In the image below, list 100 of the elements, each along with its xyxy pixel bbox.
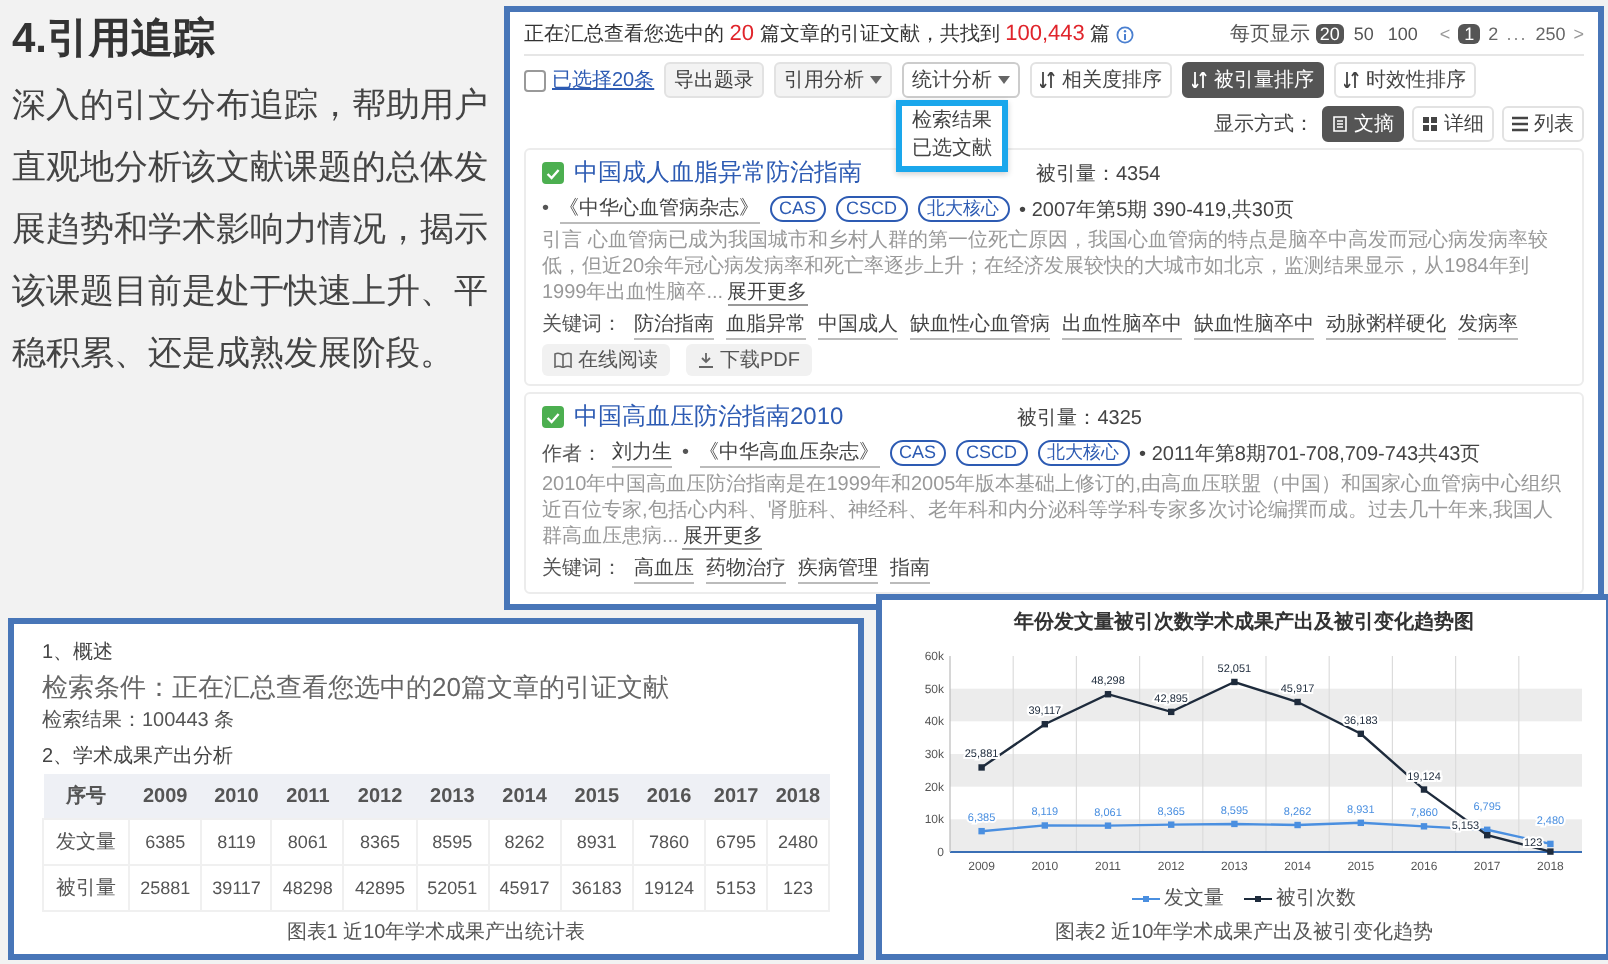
keyword-link[interactable]: 动脉粥样硬化 — [1326, 310, 1446, 340]
caret-icon — [998, 76, 1011, 84]
per-page-option[interactable]: 50 — [1349, 24, 1378, 44]
display-mode-label: 显示方式： — [1214, 111, 1314, 138]
legend-label: 发文量 — [1164, 885, 1224, 912]
data-point — [1231, 820, 1238, 828]
keyword-link[interactable]: 中国成人 — [818, 310, 898, 340]
column-header: 2013 — [416, 774, 489, 819]
dropdown-button[interactable]: 统计分析 — [902, 62, 1021, 98]
table-cell: 36183 — [560, 865, 633, 911]
bullet-separator: • — [682, 442, 690, 464]
abstract-text: 2010年中国高血压防治指南是在1999年和2005年版本基础上修订的,由高血压联盟（中国）和国家心血管病中心组织近百位专家,包括心内科、肾脏科、神经科、老年科和内分泌科等学科专家多次讨论编撰而成。过去几十年来,我国人群高血压患病... 展开更多 — [542, 472, 1564, 550]
journal-link[interactable]: 《中华高血压杂志》 — [699, 438, 880, 468]
keyword-link[interactable]: 缺血性脑卒中 — [1194, 310, 1314, 340]
issue-info: • 2011年第8期701-708,709-743共43页 — [1139, 441, 1481, 467]
column-header: 序号 — [43, 774, 130, 819]
data-point — [1294, 698, 1301, 706]
data-point — [1104, 822, 1112, 829]
sort-button[interactable]: 时效性排序 — [1334, 62, 1477, 98]
table-cell: 8061 — [271, 819, 344, 865]
checkbox[interactable] — [542, 162, 564, 184]
keyword-link[interactable]: 血脂异常 — [726, 310, 806, 340]
action-button[interactable]: 下载PDF — [686, 344, 812, 376]
search-result-text: 检索结果：100443 条 — [42, 707, 237, 734]
table-cell: 7860 — [632, 819, 706, 865]
keyword-link[interactable]: 出血性脑卒中 — [1062, 310, 1182, 340]
table-cell: 48298 — [271, 865, 344, 911]
toolbar-button[interactable]: 导出题录 — [664, 62, 765, 98]
action-button[interactable]: 在线阅读 — [542, 344, 670, 376]
section-title: 2、学术成果产出分析 — [42, 743, 236, 770]
sort-button[interactable]: 被引量排序 — [1182, 62, 1325, 98]
table-cell: 2480 — [766, 819, 829, 865]
keyword-link[interactable]: 缺血性心血管病 — [910, 310, 1050, 340]
data-point — [1104, 691, 1112, 698]
journal-link[interactable]: 《中华心血管病杂志》 — [559, 194, 760, 224]
data-point — [978, 764, 985, 771]
table-cell: 6795 — [705, 819, 767, 865]
page-link[interactable]: 250 — [1535, 24, 1566, 44]
keyword-link[interactable]: 疾病管理 — [798, 554, 878, 584]
sort-button[interactable]: 相关度排序 — [1030, 62, 1173, 98]
keywords-label: 关键词： — [542, 555, 622, 584]
keyword-link[interactable]: 高血压 — [634, 554, 694, 584]
article-title-link[interactable]: 中国高血压防治指南2010 — [574, 400, 844, 434]
checkbox[interactable] — [542, 406, 564, 428]
caret-icon — [870, 76, 883, 84]
data-point — [1420, 786, 1428, 793]
data-point — [1041, 721, 1048, 728]
index-tag: CSCD — [836, 196, 908, 222]
page-link[interactable]: 2 — [1488, 24, 1499, 44]
display-mode-button[interactable]: 文摘 — [1322, 106, 1404, 142]
chart-title: 年份发文量被引次数学术成果产出及被引变化趋势图 — [1014, 608, 1474, 636]
per-page-option[interactable]: 20 — [1315, 24, 1344, 44]
expand-link[interactable]: 展开更多 — [727, 282, 808, 306]
article-title-link[interactable]: 中国成人血脂异常防治指南 — [574, 156, 862, 190]
table-cell: 45917 — [488, 865, 561, 911]
column-header: 2012 — [343, 774, 417, 819]
author-link[interactable]: 刘力生 — [612, 438, 672, 468]
section-heading: 4.引用追踪 — [12, 14, 218, 66]
data-point — [1420, 823, 1428, 830]
data-point — [1168, 821, 1175, 828]
display-mode-button[interactable]: 列表 — [1502, 106, 1584, 142]
list-icon — [1512, 116, 1528, 132]
page-ellipsis: ... — [1506, 24, 1528, 44]
checkmark-icon — [546, 167, 560, 179]
sort-icon — [1040, 72, 1057, 88]
table-cell: 发文量 — [43, 819, 130, 865]
sort-icon — [1192, 72, 1209, 88]
index-tag: CAS — [769, 196, 827, 222]
data-point — [1168, 708, 1175, 716]
legend-label: 被引次数 — [1276, 885, 1356, 912]
data-point — [1357, 819, 1364, 827]
column-header: 2018 — [766, 774, 829, 819]
checkbox[interactable] — [524, 69, 546, 91]
book-icon — [554, 352, 572, 368]
select-all-link[interactable]: 已选择20条 — [552, 66, 655, 94]
citation-count: 被引量：4354 — [1036, 161, 1161, 187]
keyword-link[interactable]: 发病率 — [1458, 310, 1518, 340]
keyword-link[interactable]: 防治指南 — [634, 310, 714, 340]
display-mode-button[interactable]: 详细 — [1412, 106, 1494, 142]
table-cell: 8119 — [201, 819, 272, 865]
grid-icon — [1422, 116, 1438, 132]
per-page-label: 每页显示 — [1229, 22, 1310, 48]
keyword-link[interactable]: 指南 — [890, 554, 930, 584]
index-tag: 北大核心 — [917, 196, 1010, 222]
table-cell: 8931 — [560, 819, 633, 865]
data-point — [1041, 822, 1048, 829]
table-cell: 39117 — [201, 865, 272, 911]
table-cell: 25881 — [129, 865, 202, 911]
keyword-link[interactable]: 药物治疗 — [706, 554, 786, 584]
expand-link[interactable]: 展开更多 — [682, 526, 763, 550]
dropdown-button[interactable]: 引用分析 — [774, 62, 893, 98]
page-link[interactable]: 1 — [1458, 24, 1481, 44]
section-title: 1、概述 — [42, 639, 116, 666]
column-header: 2010 — [201, 774, 272, 819]
data-point — [1294, 821, 1301, 829]
keywords-label: 关键词： — [542, 311, 622, 340]
menu-item[interactable]: 已选文献 — [912, 136, 993, 164]
per-page-option[interactable]: 100 — [1383, 24, 1422, 44]
menu-item[interactable]: 检索结果 — [912, 108, 993, 136]
table-cell: 5153 — [705, 865, 767, 911]
